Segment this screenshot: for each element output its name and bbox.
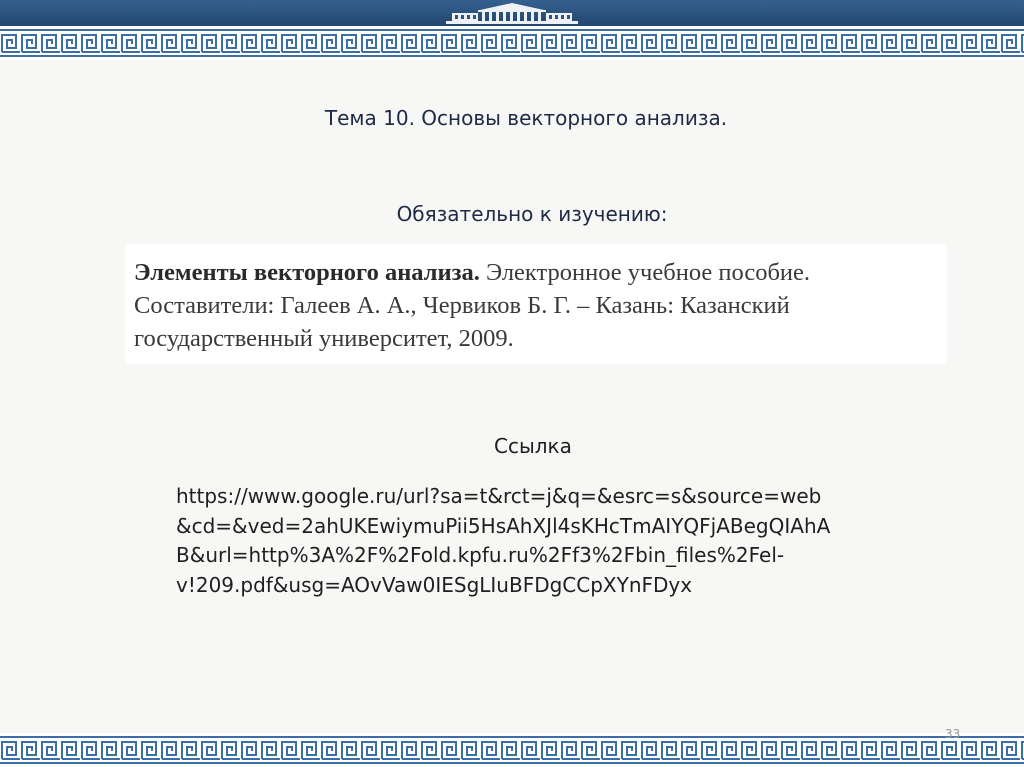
required-reading-heading: Обязательно к изучению: <box>396 202 668 226</box>
url-line[interactable]: v!209.pdf&usg=AOvVaw0IESgLIuBFDgCCpXYnFD… <box>176 571 876 601</box>
header-bar <box>0 0 1024 26</box>
slide-content <box>0 60 1024 733</box>
book-title: Элементы векторного анализа. <box>134 259 480 286</box>
url-line[interactable]: &cd=&ved=2ahUKEwiymuPii5HsAhXJl4sKHcTmAI… <box>176 512 876 542</box>
university-building-icon <box>446 3 578 24</box>
book-citation: Элементы векторного анализа. Электронное… <box>134 256 939 355</box>
greek-key-border-top <box>0 26 1024 60</box>
slide-title: Тема 10. Основы векторного анализа. <box>324 106 728 130</box>
link-label: Ссылка <box>494 434 572 458</box>
greek-key-pattern <box>0 26 1024 60</box>
source-url[interactable]: https://www.google.ru/url?sa=t&rct=j&q=&… <box>176 482 876 600</box>
page-number: 33 <box>945 727 961 741</box>
greek-key-pattern <box>0 733 1024 767</box>
book-citation-image: Элементы векторного анализа. Электронное… <box>125 244 947 364</box>
url-line[interactable]: B&url=http%3A%2F%2Fold.kpfu.ru%2Ff3%2Fbi… <box>176 541 876 571</box>
url-line[interactable]: https://www.google.ru/url?sa=t&rct=j&q=&… <box>176 482 876 512</box>
book-type: Электронное учебное пособие. <box>485 259 811 286</box>
book-authors: Составители: Галеев А. А., Червиков Б. Г… <box>134 292 790 319</box>
greek-key-border-bottom <box>0 733 1024 767</box>
book-publisher: государственный университет, 2009. <box>134 325 514 352</box>
